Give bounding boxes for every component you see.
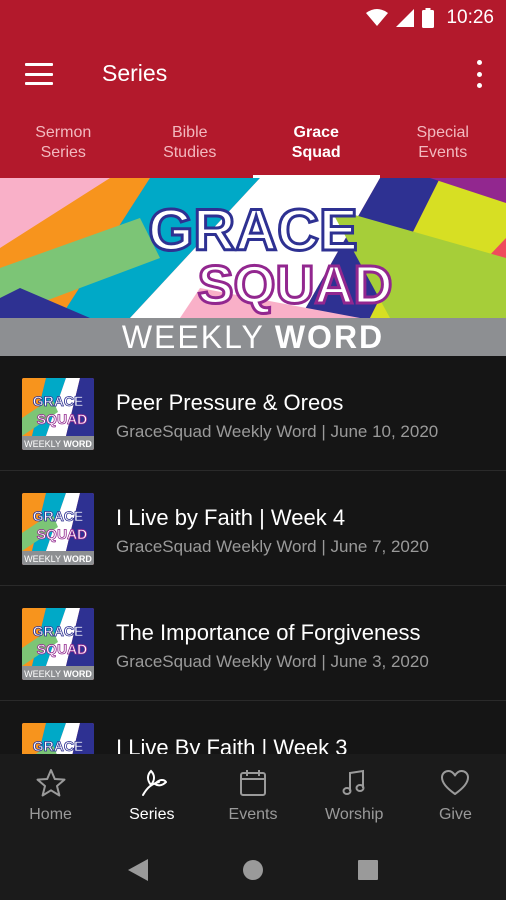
svg-text:WEEKLY WORD: WEEKLY WORD bbox=[24, 439, 92, 449]
thumbnail-logo-squad: SQUAD bbox=[37, 411, 88, 427]
back-icon[interactable] bbox=[118, 850, 158, 890]
thumbnail-logo-squad: SQUAD bbox=[37, 641, 88, 657]
banner-logo-grace: GRACE bbox=[148, 198, 357, 263]
app-bar: Series bbox=[0, 36, 506, 112]
episode-thumbnail: GRACE SQUAD WEEKLY WORD bbox=[22, 493, 94, 565]
episode-thumbnail: GRACE SQUAD WEEKLY WORD bbox=[22, 723, 94, 754]
more-options-icon[interactable] bbox=[474, 60, 484, 88]
status-time: 10:26 bbox=[446, 7, 494, 28]
episode-title: I Live by Faith | Week 4 bbox=[116, 505, 346, 530]
menu-icon[interactable] bbox=[24, 60, 54, 88]
banner-logo-squad: SQUAD bbox=[197, 255, 392, 315]
thumbnail-caption-light: WEEKLY bbox=[24, 554, 61, 564]
episode-title: The Importance of Forgiveness bbox=[116, 620, 421, 645]
banner-caption: WEEKLY WORD bbox=[0, 318, 506, 356]
thumbnail-logo-grace: GRACE bbox=[33, 393, 84, 409]
series-banner: GRACE SQUAD WEEKLY WORD bbox=[0, 178, 506, 356]
page-title: Series bbox=[102, 60, 168, 86]
system-navigation-bar bbox=[0, 840, 506, 900]
episode-thumbnail: GRACE SQUAD WEEKLY WORD bbox=[22, 378, 94, 450]
status-bar: 10:26 bbox=[0, 0, 506, 36]
tab-special-events[interactable]: Special Events bbox=[380, 112, 506, 178]
thumbnail-caption-bold: WORD bbox=[63, 439, 92, 449]
nav-label: Home bbox=[29, 806, 72, 823]
star-icon bbox=[36, 769, 66, 797]
nav-label: Events bbox=[228, 806, 278, 823]
tab-label-line2: Squad bbox=[291, 144, 341, 161]
signal-icon bbox=[396, 9, 415, 27]
tab-sermon-series[interactable]: Sermon Series bbox=[0, 112, 127, 178]
music-note-icon bbox=[342, 769, 365, 795]
episode-subtitle: GraceSquad Weekly Word | June 10, 2020 bbox=[116, 422, 439, 441]
thumbnail-logo-grace: GRACE bbox=[33, 508, 84, 524]
tab-label-line2: Series bbox=[40, 144, 86, 161]
home-circle-icon[interactable] bbox=[233, 850, 273, 890]
banner-caption-bold: WORD bbox=[274, 318, 385, 355]
tab-label-line1: Grace bbox=[293, 124, 339, 141]
nav-label: Give bbox=[438, 806, 472, 823]
thumbnail-caption-bold: WORD bbox=[63, 669, 92, 679]
episode-subtitle: GraceSquad Weekly Word | June 7, 2020 bbox=[116, 537, 429, 556]
tab-label-line1: Special bbox=[416, 124, 469, 141]
svg-text:WEEKLY WORD: WEEKLY WORD bbox=[24, 669, 92, 679]
heart-icon bbox=[441, 770, 470, 795]
tab-label-line1: Sermon bbox=[35, 124, 92, 141]
banner-artwork: GRACE SQUAD bbox=[0, 178, 506, 318]
nav-home[interactable]: Home bbox=[0, 754, 101, 840]
tab-label-line2: Studies bbox=[163, 144, 217, 161]
thumbnail-caption-light: WEEKLY bbox=[24, 439, 61, 449]
svg-text:WEEKLY WORD: WEEKLY WORD bbox=[24, 554, 92, 564]
list-item[interactable]: GRACE SQUAD WEEKLY WORD I Live by Faith … bbox=[0, 471, 506, 586]
tab-label-line1: Bible bbox=[171, 124, 208, 141]
tab-bar: Sermon Series Bible Studies Grace Squad Spe… bbox=[0, 112, 506, 178]
episode-thumbnail: GRACE SQUAD WEEKLY WORD bbox=[22, 608, 94, 680]
list-item[interactable]: GRACE SQUAD WEEKLY WORD Peer Pressure & … bbox=[0, 356, 506, 471]
bottom-navigation: Home Series Events Worship Give bbox=[0, 754, 506, 840]
thumbnail-logo-grace: GRACE bbox=[33, 623, 84, 639]
battery-icon bbox=[422, 8, 435, 28]
thumbnail-caption-light: WEEKLY bbox=[24, 669, 61, 679]
calendar-icon bbox=[240, 770, 266, 796]
list-item[interactable]: GRACE SQUAD WEEKLY WORD I Live By Faith … bbox=[0, 701, 506, 754]
nav-worship[interactable]: Worship bbox=[304, 754, 405, 840]
sprout-icon bbox=[141, 769, 167, 796]
episode-title: I Live By Faith | Week 3 bbox=[116, 735, 348, 754]
thumbnail-logo-squad: SQUAD bbox=[37, 526, 88, 542]
nav-events[interactable]: Events bbox=[202, 754, 303, 840]
nav-label: Series bbox=[129, 806, 175, 823]
tab-label-line2: Events bbox=[418, 144, 468, 161]
thumbnail-logo-grace: GRACE bbox=[33, 738, 84, 754]
episode-subtitle: GraceSquad Weekly Word | June 3, 2020 bbox=[116, 652, 429, 671]
episode-list: GRACE SQUAD WEEKLY WORD Peer Pressure & … bbox=[0, 356, 506, 754]
tab-grace-squad[interactable]: Grace Squad bbox=[253, 112, 380, 178]
tab-bible-studies[interactable]: Bible Studies bbox=[127, 112, 254, 178]
thumbnail-caption-bold: WORD bbox=[63, 554, 92, 564]
nav-label: Worship bbox=[325, 806, 384, 823]
wifi-icon bbox=[366, 9, 389, 26]
episode-title: Peer Pressure & Oreos bbox=[116, 390, 344, 415]
nav-give[interactable]: Give bbox=[405, 754, 506, 840]
list-item[interactable]: GRACE SQUAD WEEKLY WORD The Importance o… bbox=[0, 586, 506, 701]
recents-icon[interactable] bbox=[348, 850, 388, 890]
nav-series[interactable]: Series bbox=[101, 754, 202, 840]
banner-caption-light: WEEKLY bbox=[121, 318, 265, 355]
